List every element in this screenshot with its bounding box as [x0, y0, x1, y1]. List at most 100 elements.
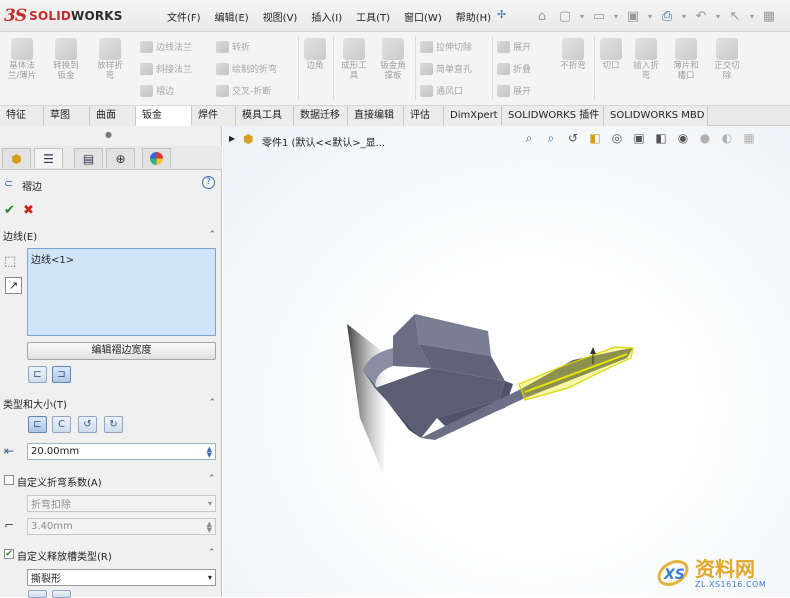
menu-window[interactable]: 窗口(W)	[397, 7, 449, 26]
convert-to-sheet-metal-button[interactable]: 转换到 钣金	[48, 38, 84, 81]
collapse-chevron-icon[interactable]: ⌃	[208, 474, 216, 484]
chevron-down-icon[interactable]: ▾	[748, 6, 756, 26]
corners-button[interactable]: 边角	[302, 38, 328, 71]
flatten-button[interactable]: 展开	[497, 84, 531, 97]
flatten-icon	[497, 84, 510, 97]
tab-direct-editing[interactable]: 直接编辑	[348, 106, 404, 126]
chevron-down-icon[interactable]: ▾	[714, 6, 722, 26]
tab-solidworks-addins[interactable]: SOLIDWORKS 插件	[502, 106, 604, 126]
help-icon[interactable]: ?	[202, 176, 215, 189]
tab-and-slot-button[interactable]: 薄片和 槽口	[668, 38, 704, 81]
dimxpert-manager-tab-icon[interactable]: ⊕	[106, 148, 135, 168]
corner-icon	[304, 38, 326, 60]
home-icon[interactable]: ⌂	[532, 6, 552, 26]
lofted-bend-icon	[99, 38, 121, 60]
hem-length-input[interactable]: 20.00mm ▲ ▼	[27, 443, 216, 460]
tab-surfaces[interactable]: 曲面	[90, 106, 136, 126]
hem-closed-icon[interactable]: ⊏	[28, 416, 47, 433]
hem-button[interactable]: 褶边	[140, 84, 174, 97]
menu-insert[interactable]: 插入(I)	[304, 7, 349, 26]
cross-break-icon	[216, 84, 229, 97]
solidworks-logo[interactable]: 3S SOLIDWORKS	[4, 5, 123, 27]
reverse-direction-icon[interactable]: ↗	[5, 277, 22, 294]
cross-break-button[interactable]: 交叉-折断	[216, 84, 271, 97]
menu-tools[interactable]: 工具(T)	[349, 7, 397, 26]
tab-sheet-metal[interactable]: 钣金	[136, 106, 192, 126]
display-manager-tab-icon[interactable]	[142, 148, 171, 168]
extruded-cut-button[interactable]: 拉伸切除	[420, 40, 472, 53]
normal-cut-button[interactable]: 正交切 除	[708, 38, 746, 81]
tab-dimxpert[interactable]: DimXpert	[444, 106, 502, 126]
bend-allowance-type-select[interactable]: 折弯扣除 ▾	[27, 495, 216, 512]
fold-button[interactable]: 折叠	[497, 62, 531, 75]
edge-flange-button[interactable]: 边线法兰	[140, 40, 192, 53]
menu-view[interactable]: 视图(V)	[256, 7, 305, 26]
part-model-3d[interactable]	[223, 126, 790, 597]
print-icon[interactable]: ⎙	[657, 6, 677, 26]
type-size-group-header[interactable]: 类型和大小(T) ⌃	[0, 394, 222, 412]
part-front-face	[375, 368, 505, 438]
collapse-chevron-icon[interactable]: ⌃	[208, 230, 216, 240]
miter-flange-button[interactable]: 斜接法兰	[140, 62, 192, 75]
tab-features[interactable]: 特征	[0, 106, 44, 126]
select-arrow-icon[interactable]: ↖	[725, 6, 745, 26]
edges-selection-box[interactable]: 边线<1>	[27, 248, 216, 336]
insert-bends-button[interactable]: 插入折 弯	[628, 38, 664, 81]
pin-icon[interactable]: ✢	[497, 8, 506, 21]
custom-relief-type-checkbox[interactable]: ✔	[4, 549, 14, 559]
bend-outside-icon[interactable]: ⊐	[52, 366, 71, 383]
collapse-chevron-icon[interactable]: ⌃	[208, 398, 216, 408]
menu-file[interactable]: 文件(F)	[160, 7, 208, 26]
watermark-logo-icon: XS	[657, 560, 689, 586]
tab-mold-tools[interactable]: 模具工具	[236, 106, 294, 126]
collapse-chevron-icon[interactable]: ⌃	[208, 548, 216, 558]
undo-icon[interactable]: ↶	[691, 6, 711, 26]
tab-evaluate[interactable]: 评估	[404, 106, 444, 126]
rip-button[interactable]: 切口	[597, 38, 625, 71]
edit-hem-width-button[interactable]: 编辑褶边宽度	[27, 342, 216, 360]
feature-manager-tab-icon[interactable]: ⬢	[2, 148, 31, 168]
open-folder-icon[interactable]: ▭	[589, 6, 609, 26]
bend-deduction-input[interactable]: 3.40mm ▲ ▼	[27, 518, 216, 535]
length-icon: ⇤	[4, 444, 15, 458]
menu-edit[interactable]: 编辑(E)	[208, 7, 256, 26]
chevron-down-icon[interactable]: ▾	[680, 6, 688, 26]
sketched-bend-button[interactable]: 绘制的折弯	[216, 62, 277, 75]
jog-button[interactable]: 转折	[216, 40, 250, 53]
material-inside-icon[interactable]: ⊏	[28, 366, 47, 383]
forming-tool-button[interactable]: 成形工 具	[336, 38, 372, 81]
custom-bend-allowance-checkbox[interactable]	[4, 475, 14, 485]
hem-tear-drop-icon[interactable]: ↺	[78, 416, 97, 433]
menu-help[interactable]: 帮助(H)	[449, 7, 498, 26]
tab-solidworks-mbd[interactable]: SOLIDWORKS MBD	[604, 106, 708, 126]
new-document-icon[interactable]: ▢	[555, 6, 575, 26]
edges-group-header[interactable]: 边线(E) ⌃	[0, 226, 222, 244]
save-icon[interactable]: ▣	[623, 6, 643, 26]
hem-open-icon[interactable]: C	[52, 416, 71, 433]
property-manager-tab-icon[interactable]: ☰	[34, 148, 63, 168]
unfold-button[interactable]: 展开	[497, 40, 531, 53]
spin-icon[interactable]: ▲ ▼	[207, 520, 212, 533]
cancel-x-icon[interactable]: ✖	[23, 203, 34, 218]
chevron-down-icon[interactable]: ▾	[646, 6, 654, 26]
selected-edge-item[interactable]: 边线<1>	[31, 251, 212, 266]
no-bends-button[interactable]: 不折弯	[556, 38, 590, 71]
tab-sketch[interactable]: 草图	[44, 106, 90, 126]
sheet-metal-gusset-button[interactable]: 钣金角 撑板	[374, 38, 412, 81]
chevron-down-icon[interactable]: ▾	[612, 6, 620, 26]
vent-button[interactable]: 通风口	[420, 84, 463, 97]
ok-check-icon[interactable]: ✔	[4, 203, 15, 218]
configuration-manager-tab-icon[interactable]: ▤	[74, 148, 103, 168]
panel-splitter-dot[interactable]: ●	[105, 130, 112, 139]
tab-data-migration[interactable]: 数据迁移	[294, 106, 348, 126]
chevron-down-icon[interactable]: ▾	[578, 6, 586, 26]
relief-type-select[interactable]: 撕裂形 ▾	[27, 569, 216, 586]
simple-hole-button[interactable]: 简单直孔	[420, 62, 472, 75]
rebuild-icon[interactable]: ▦	[759, 6, 779, 26]
hem-rolled-icon[interactable]: ↻	[104, 416, 123, 433]
lofted-bend-button[interactable]: 放样折 弯	[90, 38, 130, 81]
spin-icon[interactable]: ▲ ▼	[207, 445, 212, 458]
tab-weldments[interactable]: 焊件	[192, 106, 236, 126]
base-flange-button[interactable]: 基体法 兰/薄片	[4, 38, 40, 81]
no-bends-icon	[562, 38, 584, 60]
